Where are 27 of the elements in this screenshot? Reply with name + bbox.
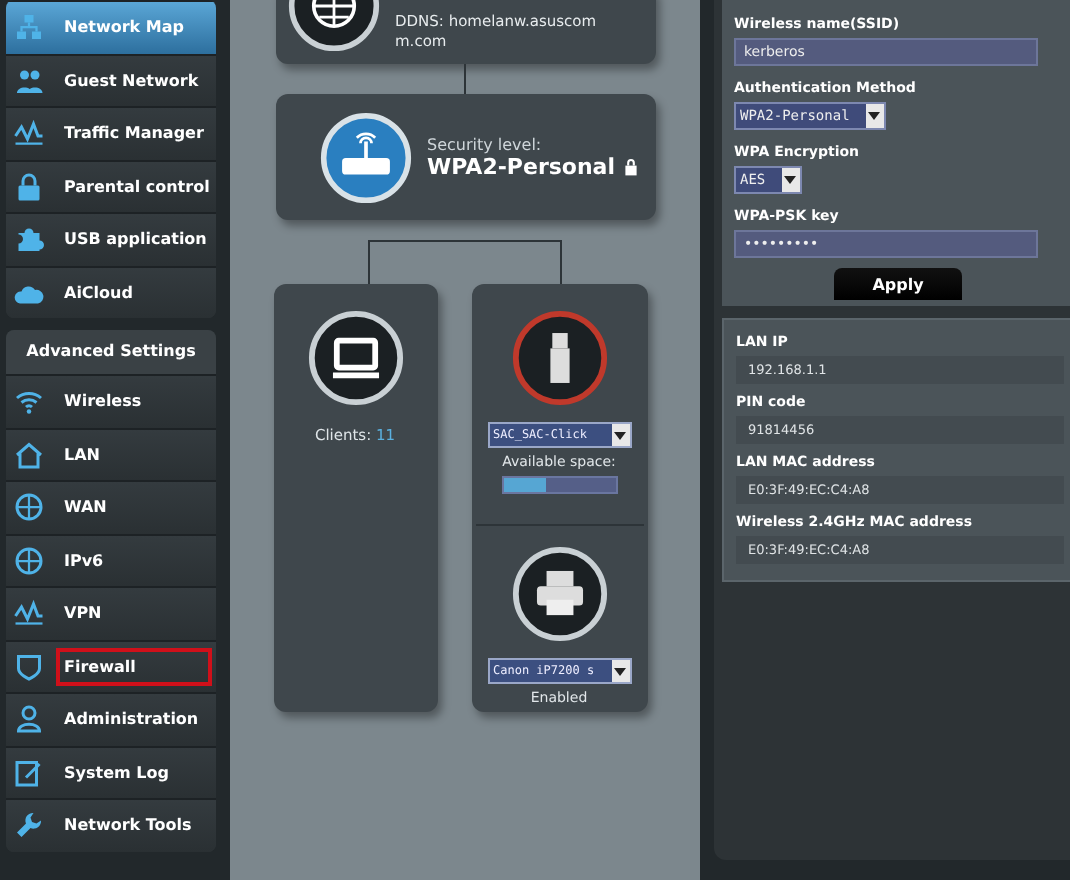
wave-icon — [14, 598, 44, 629]
shield-icon — [14, 651, 44, 682]
connector-line — [464, 64, 466, 94]
puzzle-icon — [14, 224, 44, 255]
people-icon — [14, 65, 44, 96]
network-icon — [14, 12, 44, 43]
printer-icon[interactable] — [511, 546, 607, 642]
wifi-icon — [14, 386, 44, 417]
person-icon — [14, 704, 44, 735]
sidebar-item[interactable]: Firewall — [6, 639, 216, 692]
highlight-frame: Firewall — [56, 647, 212, 686]
security-value: WPA2-Personal — [427, 153, 615, 179]
security-label: Security level: — [427, 135, 544, 153]
lock-icon — [14, 171, 44, 202]
section-title: Advanced Settings — [6, 330, 216, 374]
globe-icon — [14, 492, 44, 523]
pencil-note-icon — [14, 757, 44, 788]
monitor-icon[interactable] — [307, 310, 403, 406]
router-icon[interactable] — [319, 111, 411, 203]
globe-icon — [14, 545, 44, 576]
usb-drive-icon[interactable] — [511, 310, 607, 406]
lock-icon — [623, 157, 637, 175]
wave-icon — [14, 118, 44, 149]
apply-button[interactable]: Apply — [834, 268, 962, 300]
sidebar-item[interactable]: Network Map — [6, 0, 216, 53]
house-icon — [14, 439, 44, 470]
wrench-icon — [14, 810, 44, 841]
